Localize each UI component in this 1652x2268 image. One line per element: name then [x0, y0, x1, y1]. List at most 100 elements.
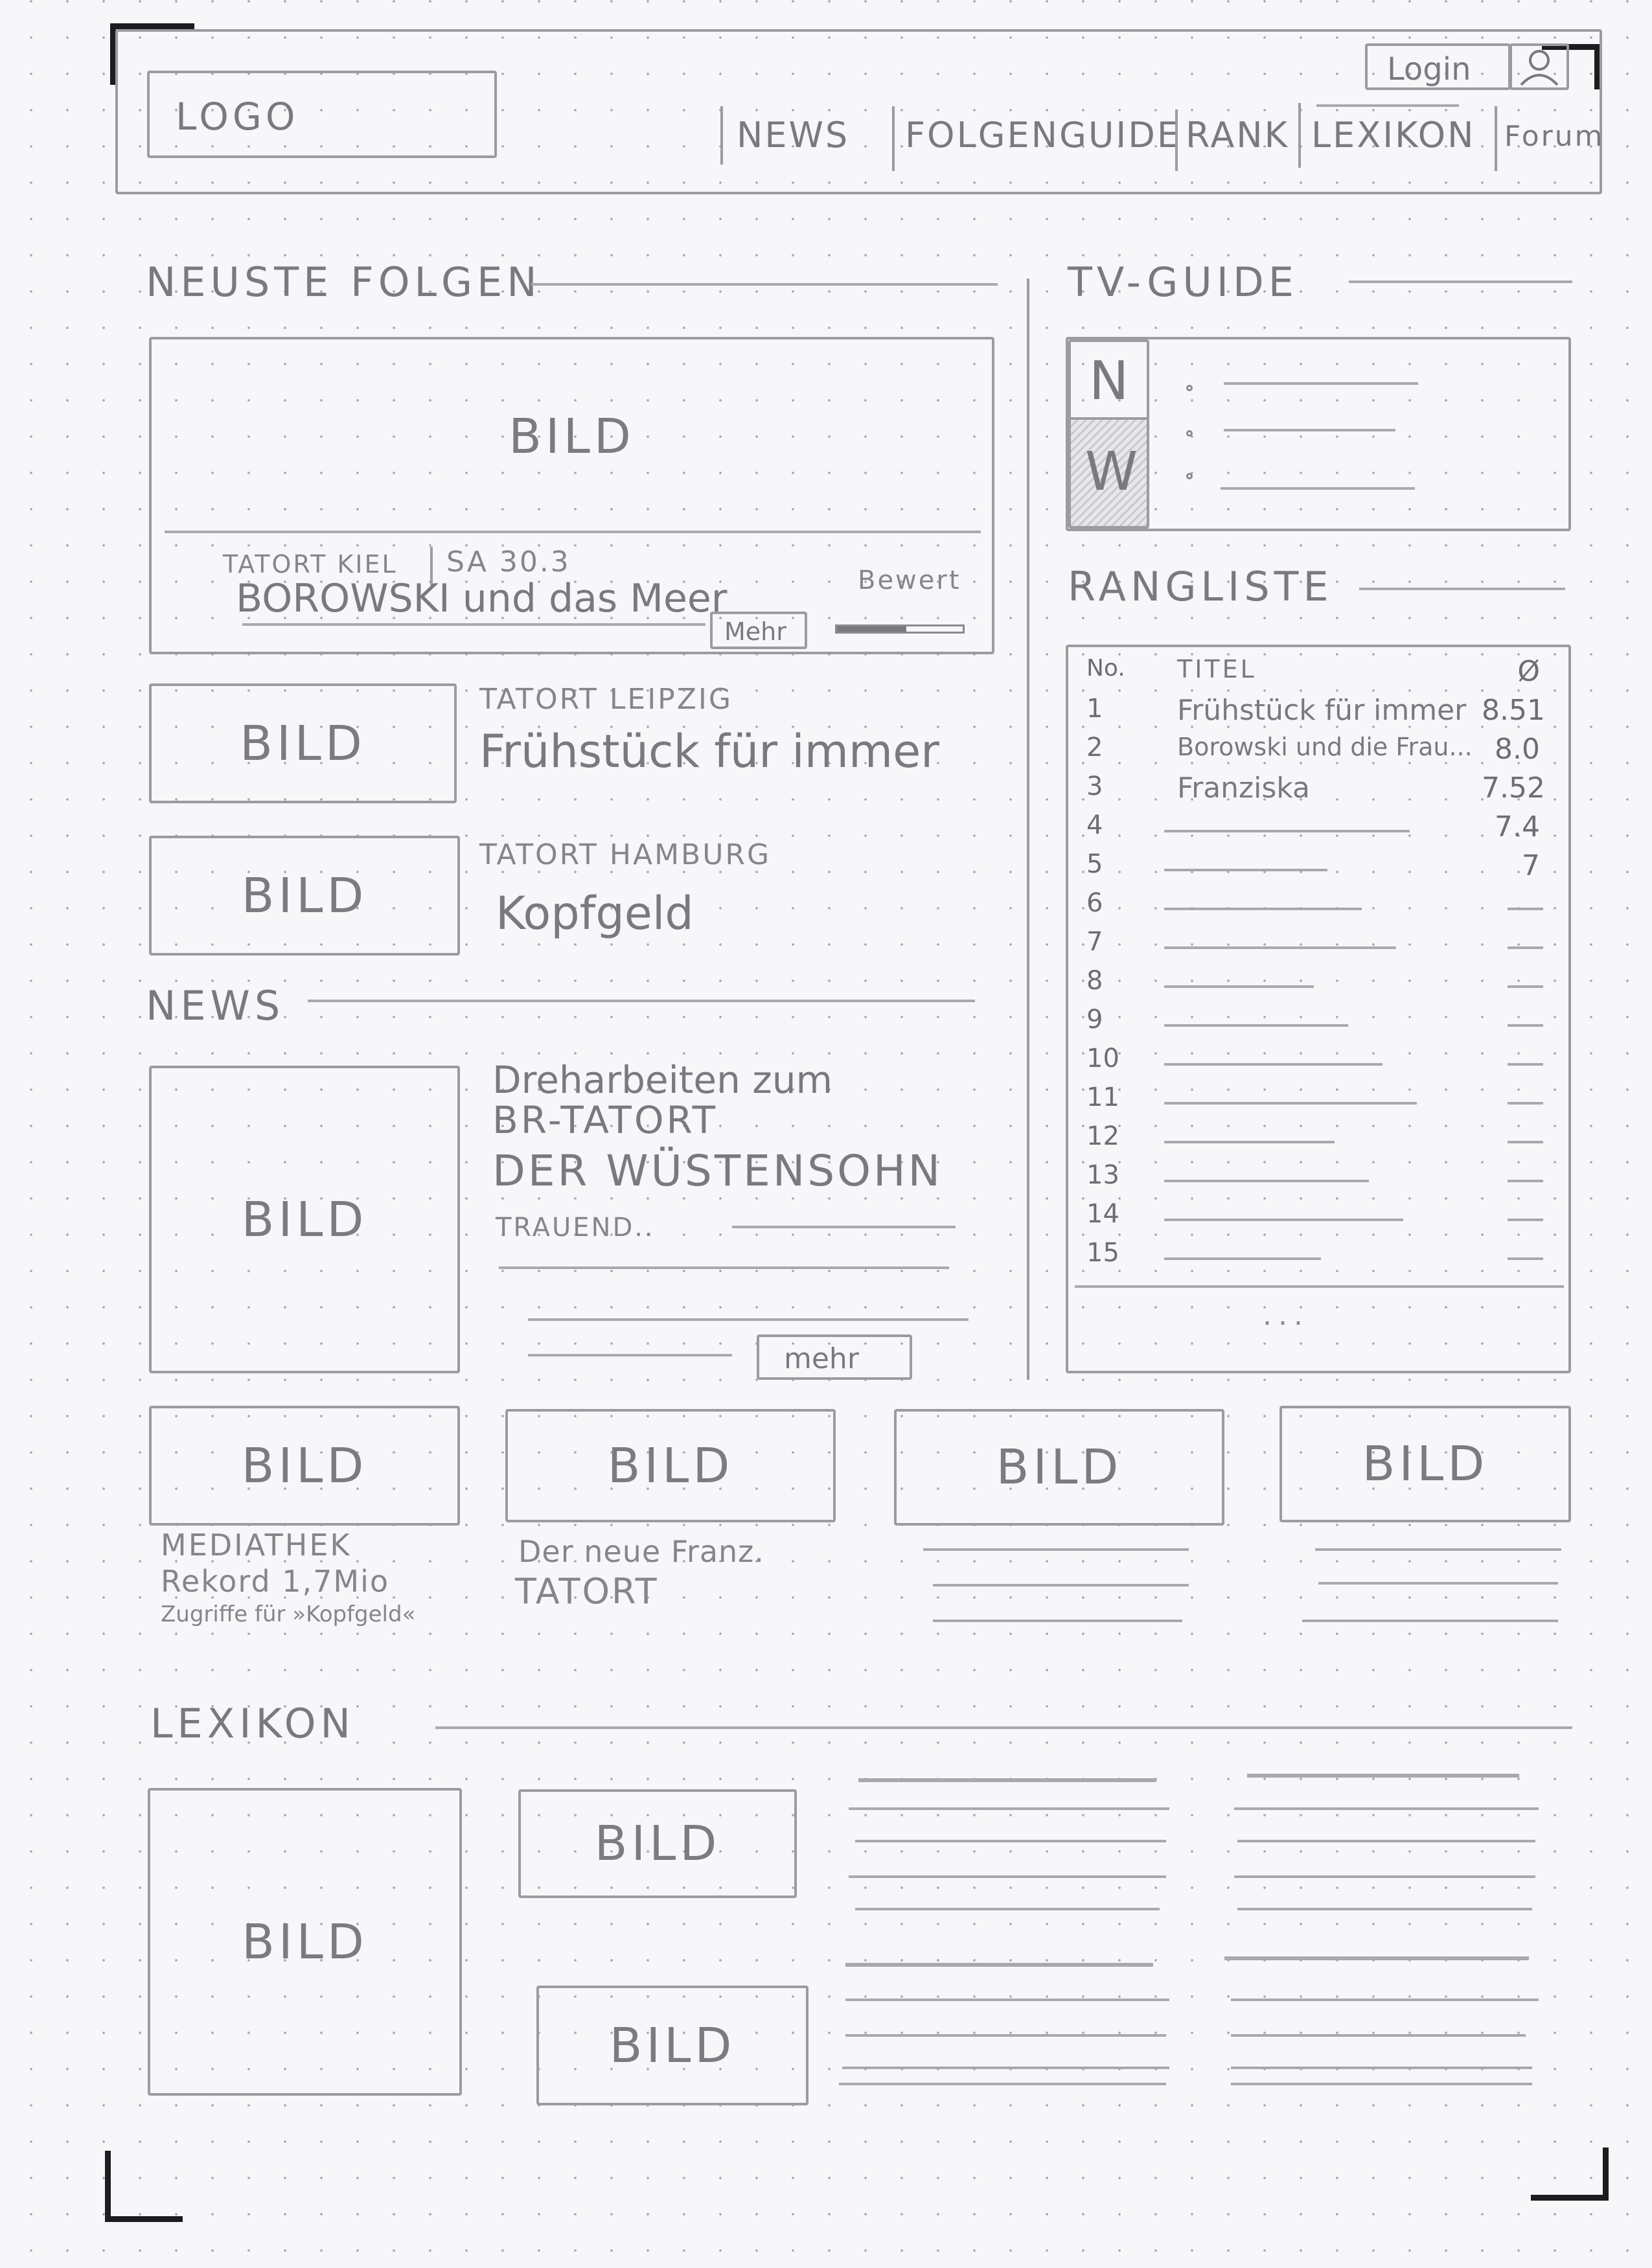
news-tile-text[interactable]: Der neue Franz.: [518, 1537, 764, 1566]
nav-folgenguide[interactable]: FOLGENGUIDE: [905, 118, 1181, 153]
nav-forum[interactable]: Forum: [1504, 122, 1605, 151]
rangliste-episode-title[interactable]: Franziska: [1177, 772, 1310, 805]
rangliste-row[interactable]: 7: [1086, 927, 1543, 965]
rangliste-row[interactable]: 12: [1086, 1121, 1543, 1159]
news-tile-image[interactable]: BILD: [1279, 1406, 1571, 1522]
rangliste-episode-title[interactable]: Frühstück für immer: [1177, 694, 1466, 727]
rangliste-title-placeholder: [1164, 869, 1327, 871]
rangliste-table: No. TITEL Ø 1 Frühstück für immer 8.51 2 Bor…: [1066, 645, 1571, 1373]
rangliste-row[interactable]: 14: [1086, 1199, 1543, 1237]
featured-episode-rating-label: Bewert: [858, 566, 961, 595]
featured-more-button[interactable]: Mehr: [710, 612, 807, 649]
rangliste-title-placeholder: [1164, 830, 1410, 832]
section-heading-rangliste: RANGLISTE: [1068, 563, 1333, 610]
tv-guide-panel[interactable]: N W: [1066, 337, 1571, 531]
corner-mark-bottom-left: [105, 2151, 111, 2222]
news-tile-image[interactable]: BILD: [894, 1409, 1224, 1526]
rangliste-row[interactable]: 8: [1086, 966, 1543, 1003]
rangliste-rank-number: 7: [1086, 927, 1103, 957]
rangliste-rank-number: 4: [1086, 810, 1103, 840]
nav-lexikon[interactable]: LEXIKON: [1311, 118, 1475, 153]
rangliste-rank-number: 15: [1086, 1238, 1119, 1268]
lexikon-entry-line: [855, 1840, 1166, 1842]
rangliste-rank-number: 2: [1086, 733, 1103, 762]
login-button[interactable]: Login: [1365, 43, 1511, 90]
tv-guide-entry-line: [1221, 487, 1415, 490]
rangliste-title-placeholder: [1164, 985, 1314, 988]
rangliste-score-placeholder: [1508, 1102, 1543, 1105]
nav-divider: [720, 106, 723, 165]
lexikon-image: BILD: [609, 2017, 736, 2074]
lexikon-main-image[interactable]: BILD: [148, 1788, 462, 2096]
news-tile-image[interactable]: BILD: [149, 1406, 460, 1526]
rangliste-title-placeholder: [1164, 1063, 1382, 1066]
episode-image: BILD: [241, 867, 368, 924]
section-rule: [1359, 588, 1565, 590]
rangliste-row[interactable]: 9: [1086, 1005, 1543, 1042]
user-button[interactable]: [1509, 43, 1569, 90]
tv-guide-bullet: [1186, 385, 1193, 391]
news-tile-text[interactable]: TATORT: [515, 1574, 659, 1609]
episode-title[interactable]: Kopfgeld: [496, 891, 694, 936]
lexikon-image-card[interactable]: BILD: [536, 1986, 809, 2105]
lexikon-entry-line: [1234, 1875, 1535, 1878]
rangliste-row[interactable]: 15: [1086, 1238, 1543, 1276]
section-rule: [308, 1000, 975, 1002]
rangliste-score: 8.0: [1495, 733, 1540, 766]
lexikon-entry-title: [1224, 1956, 1529, 1960]
rangliste-row[interactable]: 4 7.4: [1086, 810, 1540, 848]
column-divider: [1027, 279, 1029, 1380]
lexikon-entry-line: [1231, 2067, 1532, 2069]
tv-guide-week-tab[interactable]: W: [1068, 417, 1149, 529]
episode-image: BILD: [240, 715, 366, 772]
news-main-image[interactable]: BILD: [149, 1066, 460, 1373]
logo[interactable]: LOGO: [147, 71, 497, 158]
section-heading-neuste-folgen: NEUSTE FOLGEN: [146, 258, 542, 306]
rangliste-score: 7.4: [1495, 810, 1540, 843]
news-tile-text[interactable]: Rekord 1,7Mio: [161, 1566, 389, 1596]
news-tile-text[interactable]: MEDIATHEK: [161, 1530, 352, 1560]
lexikon-entry-line: [849, 1807, 1169, 1810]
rangliste-rows: No. TITEL Ø 1 Frühstück für immer 8.51 2 Bor…: [1086, 655, 1545, 1270]
rangliste-row[interactable]: 3 Franziska 7.52: [1086, 772, 1545, 809]
news-headline-line[interactable]: BR-TATORT: [492, 1101, 718, 1139]
featured-episode-title[interactable]: BOROWSKI und das Meer: [236, 579, 727, 618]
rangliste-row[interactable]: 10: [1086, 1044, 1543, 1081]
news-headline-line[interactable]: DER WÜSTENSOHN: [492, 1150, 943, 1193]
rangliste-row[interactable]: 11: [1086, 1082, 1543, 1120]
nav-divider: [1175, 109, 1178, 171]
rangliste-row[interactable]: 1 Frühstück für immer 8.51: [1086, 694, 1545, 731]
episode-location: TATORT HAMBURG: [479, 838, 772, 871]
rangliste-score-placeholder: [1508, 1180, 1543, 1182]
rangliste-row[interactable]: 13: [1086, 1160, 1543, 1198]
episode-location: TATORT LEIPZIG: [479, 683, 733, 716]
featured-episode-image: BILD: [509, 409, 635, 464]
episode-title[interactable]: Frühstück für immer: [479, 729, 939, 774]
lexikon-entry-line: [1231, 2034, 1526, 2037]
rangliste-row[interactable]: 57: [1086, 849, 1540, 887]
news-tile-line: [1315, 1548, 1561, 1551]
news-tile-image[interactable]: BILD: [505, 1409, 836, 1522]
rangliste-rank-number: 8: [1086, 966, 1103, 996]
news-headline-line[interactable]: Dreharbeiten zum: [492, 1061, 832, 1099]
nav-news[interactable]: NEWS: [737, 118, 849, 153]
rangliste-rank-number: 14: [1086, 1199, 1119, 1229]
news-more-button[interactable]: mehr: [757, 1334, 912, 1380]
rangliste-episode-title[interactable]: Borowski und die Frau...: [1177, 733, 1473, 761]
rangliste-row[interactable]: 6: [1086, 888, 1543, 926]
news-tile-line: [1302, 1620, 1558, 1622]
nav-divider: [1298, 103, 1301, 168]
rangliste-row[interactable]: 2 Borowski und die Frau... 8.0: [1086, 733, 1540, 770]
lexikon-entry-line: [1231, 2083, 1532, 2085]
news-tile-text[interactable]: Zugriffe für »Kopfgeld«: [161, 1603, 415, 1625]
rangliste-more[interactable]: ...: [1263, 1301, 1309, 1330]
nav-divider: [892, 106, 895, 171]
episode-card-image[interactable]: BILD: [149, 836, 460, 956]
login-label: Login: [1387, 51, 1471, 87]
nav-rank[interactable]: RANK: [1186, 118, 1289, 153]
episode-card-image[interactable]: BILD: [149, 683, 457, 803]
lexikon-image-card[interactable]: BILD: [518, 1789, 797, 1898]
rating-bar[interactable]: [835, 624, 965, 634]
featured-episode-card[interactable]: BILD TATORT KIEL SA 30.3 BOROWSKI und da…: [149, 337, 994, 654]
tv-guide-now-tab[interactable]: N: [1068, 339, 1149, 420]
